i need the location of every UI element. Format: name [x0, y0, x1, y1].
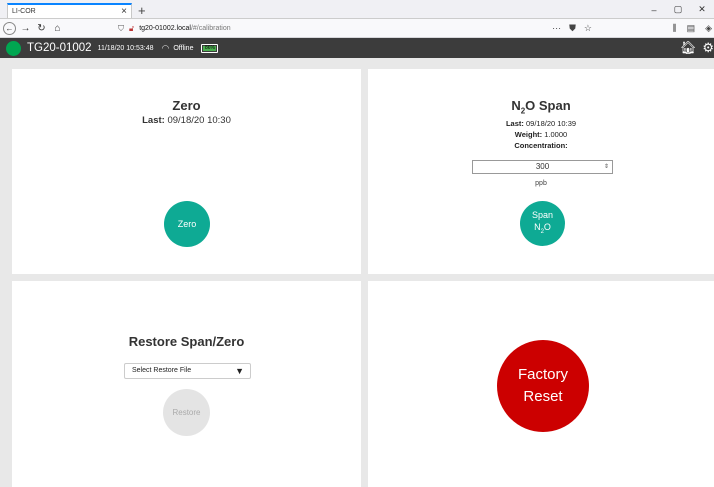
minimize-icon[interactable]: – [642, 5, 666, 15]
reload-icon[interactable]: ↻ [35, 23, 48, 34]
page-actions-icon[interactable]: ··· [552, 23, 561, 34]
zero-button[interactable]: Zero [164, 201, 210, 247]
restore-button-label: Restore [172, 408, 201, 417]
stepper-icon[interactable]: ⇕ [604, 161, 609, 173]
new-tab-button[interactable]: + [138, 3, 146, 18]
url-path: /#/calibration [190, 25, 231, 32]
browser-navbar: ← → ↻ ⌂ ⛉ 🔓︎ tg20-01002.local /#/calibra… [0, 19, 714, 38]
tab-close-icon[interactable]: × [121, 6, 127, 17]
url-bar[interactable]: ⛉ 🔓︎ tg20-01002.local /#/calibration ···… [118, 21, 592, 36]
zero-last-value: 09/18/20 10:30 [167, 115, 231, 126]
zero-card: Zero Last: 09/18/20 10:30 Zero [12, 69, 361, 274]
restore-button[interactable]: Restore [163, 389, 210, 436]
restore-file-select[interactable]: Select Restore File ▼ [124, 363, 251, 379]
zero-last-label: Last: [142, 115, 165, 126]
connection-status: Offline [173, 44, 194, 52]
span-last-label: Last: [505, 118, 524, 128]
span-last-value: 09/18/20 10:39 [525, 118, 577, 128]
sidebar-icon[interactable]: ▤ [687, 23, 696, 34]
tab-title: LI-COR [12, 8, 36, 15]
factory-reset-button[interactable]: Factory Reset [497, 340, 589, 432]
browser-tab[interactable]: LI-COR × [7, 3, 132, 18]
device-name: TG20-01002 [27, 42, 92, 54]
span-concentration-label: Concentration: [514, 140, 568, 150]
insecure-lock-icon: 🔓︎ [129, 23, 135, 33]
span-weight-label: Weight: [514, 129, 543, 139]
span-weight: Weight: 1.0000 [368, 129, 714, 140]
span-weight-value: 1.0000 [544, 129, 568, 139]
browser-tabstrip: LI-COR × + – ▢ ✕ [0, 0, 714, 19]
battery-icon: 86% [201, 43, 219, 53]
battery-percent: 86% [204, 45, 215, 51]
window-controls: – ▢ ✕ [642, 0, 714, 19]
zero-button-label: Zero [177, 219, 197, 229]
home-icon[interactable]: ⌂ [51, 23, 64, 34]
back-arrow-icon[interactable]: ← [3, 21, 16, 35]
restore-card: Restore Span/Zero Select Restore File ▼ … [12, 281, 361, 487]
wifi-icon: ◠ [161, 42, 170, 53]
forward-arrow-icon[interactable]: → [19, 23, 32, 34]
zero-last: Last: 09/18/20 10:30 [12, 115, 361, 126]
dropdown-arrow-icon: ▼ [235, 366, 244, 376]
span-n2o-button[interactable]: Span N2O [520, 201, 565, 246]
url-host: tg20-01002.local [139, 25, 191, 32]
library-icon[interactable]: ⫼ [672, 23, 676, 34]
calibration-grid: Zero Last: 09/18/20 10:30 Zero N2O Span … [0, 60, 714, 487]
bookmark-star-icon[interactable]: ☆ [584, 23, 592, 34]
span-title: N2O Span [511, 98, 571, 116]
close-window-icon[interactable]: ✕ [690, 4, 714, 15]
concentration-unit: ppb [535, 180, 547, 187]
span-button-line1: Span [531, 210, 554, 221]
home-icon[interactable]: 🏠︎ [680, 40, 697, 56]
span-button-line2: N2O [534, 222, 551, 235]
factory-reset-card: Factory Reset [368, 281, 714, 487]
restore-select-value: Select Restore File [132, 367, 192, 374]
app-header: TG20-01002 11/18/20 10:53:48 ◠ Offline 8… [0, 38, 714, 58]
zero-title: Zero [172, 98, 201, 113]
maximize-icon[interactable]: ▢ [666, 4, 690, 15]
pocket-icon[interactable]: ⛊ [569, 23, 576, 34]
shield-icon: ⛉ [118, 23, 124, 33]
restore-title: Restore Span/Zero [128, 334, 245, 349]
concentration-input[interactable]: 300 ⇕ [472, 160, 613, 174]
device-datetime: 11/18/20 10:53:48 [97, 44, 154, 52]
extension-icon[interactable]: ◈ [705, 23, 712, 34]
span-concentration: Concentration: [368, 140, 714, 151]
span-last: Last: 09/18/20 10:39 [368, 118, 714, 129]
n2o-span-card: N2O Span Last: 09/18/20 10:39 Weight: 1.… [368, 69, 714, 274]
concentration-value: 300 [535, 162, 550, 171]
settings-gear-icon[interactable]: ⚙ [702, 40, 714, 56]
factory-reset-line1: Factory [517, 366, 568, 383]
status-indicator [6, 40, 21, 56]
factory-reset-line2: Reset [523, 388, 563, 405]
